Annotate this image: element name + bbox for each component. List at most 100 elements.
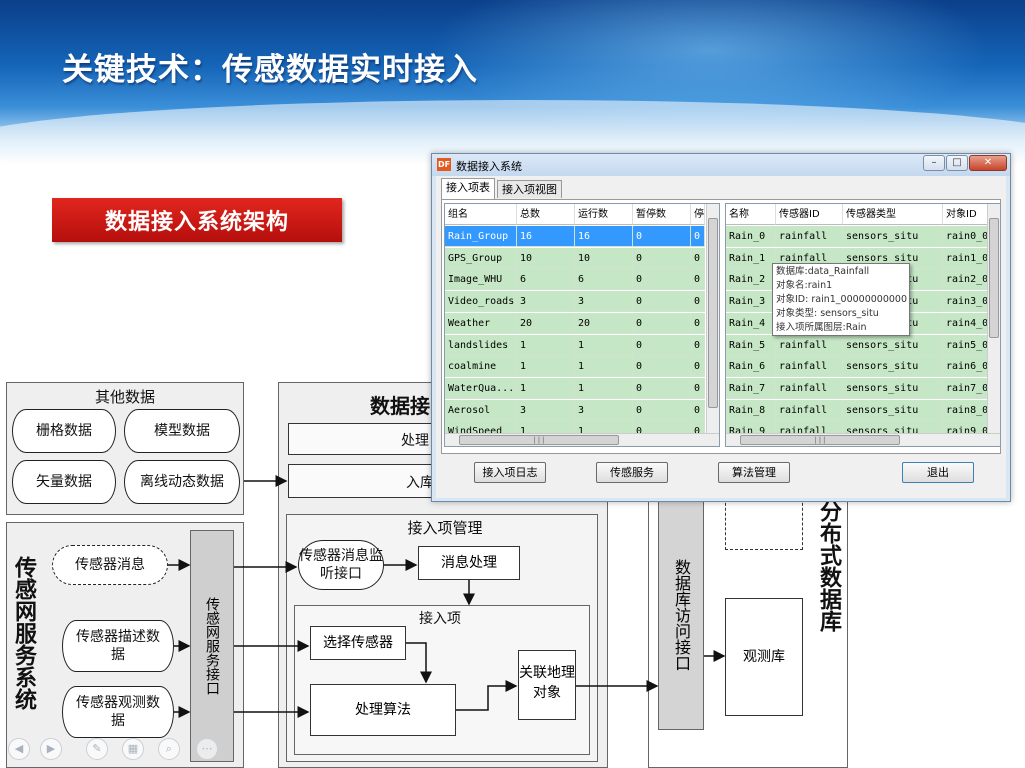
group-grid-cell: 0 (633, 377, 691, 399)
group-grid-vscroll[interactable] (706, 204, 719, 433)
item-grid-cell: rain2_0 (943, 269, 989, 291)
group-grid-cell: 3 (575, 399, 633, 421)
group-grid-cell: 20 (517, 312, 575, 334)
group-grid-cell: 1 (517, 356, 575, 378)
group-grid-cell: 0 (691, 269, 705, 291)
group-grid-cell: 0 (691, 312, 705, 334)
group-grid-cell: Aerosol (445, 399, 517, 421)
exit-button[interactable]: 退出 (902, 462, 974, 483)
group-grid-cell: 0 (691, 377, 705, 399)
tooltip-line: 接入项所属图层:Rain (776, 322, 867, 333)
item-grid-cell: sensors_situ (843, 399, 943, 421)
item-grid-hscroll[interactable]: ||| (726, 433, 1000, 446)
data-access-window: DF 数据接入系统 – □ ✕ 接入项表 接入项视图 组名 总数 运行数 暂停数停 Ra… (431, 153, 1011, 502)
group-grid-cell: 0 (691, 291, 705, 313)
next-slide-icon[interactable]: ▶ (40, 738, 62, 760)
group-grid-header-cell: 总数 (517, 204, 575, 225)
group-grid[interactable]: 组名 总数 运行数 暂停数停 Rain_Group 16 16 0 0 GPS_Group 10 10… (444, 203, 720, 447)
group-grid-cell: 0 (633, 334, 691, 356)
window-body: 接入项表 接入项视图 组名 总数 运行数 暂停数停 Rain_Group 16 16 0 0 GP… (436, 176, 1006, 498)
close-icon[interactable]: ✕ (969, 155, 1007, 171)
slide-title: 关键技术：传感数据实时接入 (62, 52, 478, 88)
tooltip-line: 对象类型: sensors_situ (776, 308, 879, 319)
tooltip-line: 对象名:rain1 (776, 280, 833, 291)
group-grid-cell: 6 (517, 269, 575, 291)
group-grid-cell: GPS_Group (445, 247, 517, 269)
group-grid-cell: 3 (517, 291, 575, 313)
window-title: 数据接入系统 (456, 160, 522, 173)
group-grid-cell: 6 (575, 269, 633, 291)
group-grid-cell: 0 (633, 226, 691, 247)
group-grid-cell: 1 (517, 334, 575, 356)
group-grid-cell: 0 (691, 399, 705, 421)
item-grid-cell: Rain_7 (726, 377, 776, 399)
item-grid-cell: rain8_0 (943, 399, 989, 421)
group-grid-cell: 0 (691, 226, 705, 247)
slides-icon[interactable]: ▦ (122, 738, 144, 760)
group-grid-cell: 16 (575, 226, 633, 247)
group-grid-cell: coalmine (445, 356, 517, 378)
item-grid-cell: rain0_0 (943, 226, 989, 247)
tab-access-items[interactable]: 接入项表 (441, 178, 495, 199)
group-grid-cell: Image_WHU (445, 269, 517, 291)
item-grid-vscroll[interactable] (987, 204, 1000, 433)
group-grid-cell: Weather (445, 312, 517, 334)
group-grid-cell: 1 (575, 334, 633, 356)
group-grid-cell: 0 (691, 334, 705, 356)
tooltip-line: 数据库:data_Rainfall (776, 266, 870, 277)
group-grid-hscroll[interactable]: ||| (445, 433, 719, 446)
maximize-icon[interactable]: □ (946, 155, 968, 171)
group-grid-cell: 1 (575, 377, 633, 399)
more-icon[interactable]: ⋯ (196, 738, 218, 760)
prev-slide-icon[interactable]: ◀ (8, 738, 30, 760)
item-grid-cell: sensors_situ (843, 226, 943, 247)
item-grid-cell: Rain_5 (726, 334, 776, 356)
item-grid-cell: rainfall (776, 356, 843, 378)
item-grid-cell: rain4_0 (943, 312, 989, 334)
group-grid-header-cell: 暂停数 (633, 204, 691, 225)
group-grid-cell: 0 (633, 269, 691, 291)
tooltip-line: 对象ID: rain1_00000000000 (776, 294, 908, 305)
group-grid-header-cell: 停 (691, 204, 705, 225)
item-grid-cell: Rain_8 (726, 399, 776, 421)
group-grid-cell: 0 (691, 356, 705, 378)
group-grid-cell: Rain_Group (445, 226, 517, 247)
item-grid-cell: rainfall (776, 377, 843, 399)
pen-icon[interactable]: ✎ (86, 738, 108, 760)
app-logo-icon: DF (437, 158, 451, 171)
group-grid-cell: 3 (575, 291, 633, 313)
item-grid-cell: Rain_0 (726, 226, 776, 247)
access-log-button[interactable]: 接入项日志 (474, 462, 546, 483)
row-tooltip: 数据库:data_Rainfall 对象名:rain1 对象ID: rain1_… (772, 263, 910, 336)
group-grid-cell: 0 (633, 247, 691, 269)
item-grid-cell: rain7_0 (943, 377, 989, 399)
window-titlebar[interactable]: DF 数据接入系统 – □ ✕ (432, 154, 1010, 176)
group-grid-cell: 3 (517, 399, 575, 421)
item-grid-cell: Rain_3 (726, 291, 776, 313)
group-grid-cell: Video_roads (445, 291, 517, 313)
group-grid-cell: 10 (517, 247, 575, 269)
item-grid-cell: rain6_0 (943, 356, 989, 378)
item-grid-cell: rainfall (776, 334, 843, 356)
group-grid-cell: 1 (517, 377, 575, 399)
item-grid-cell: Rain_1 (726, 247, 776, 269)
item-grid-header-cell: 对象ID (943, 204, 989, 225)
item-grid-cell: rain3_0 (943, 291, 989, 313)
group-grid-cell: 10 (575, 247, 633, 269)
item-grid-cell: sensors_situ (843, 377, 943, 399)
section-label: 数据接入系统架构 (52, 198, 342, 242)
tab-access-view[interactable]: 接入项视图 (497, 180, 562, 198)
group-grid-cell: 0 (633, 312, 691, 334)
sensor-service-button[interactable]: 传感服务 (596, 462, 668, 483)
item-grid-cell: sensors_situ (843, 356, 943, 378)
item-grid-cell: Rain_6 (726, 356, 776, 378)
zoom-icon[interactable]: ⌕ (158, 738, 180, 760)
group-grid-cell: 0 (691, 247, 705, 269)
item-grid-header-cell: 传感器类型 (843, 204, 943, 225)
algorithm-manage-button[interactable]: 算法管理 (718, 462, 790, 483)
item-grid-cell: rainfall (776, 399, 843, 421)
group-grid-cell: 0 (633, 291, 691, 313)
item-grid-cell: rain5_0 (943, 334, 989, 356)
item-grid-cell: Rain_4 (726, 312, 776, 334)
minimize-icon[interactable]: – (923, 155, 945, 171)
